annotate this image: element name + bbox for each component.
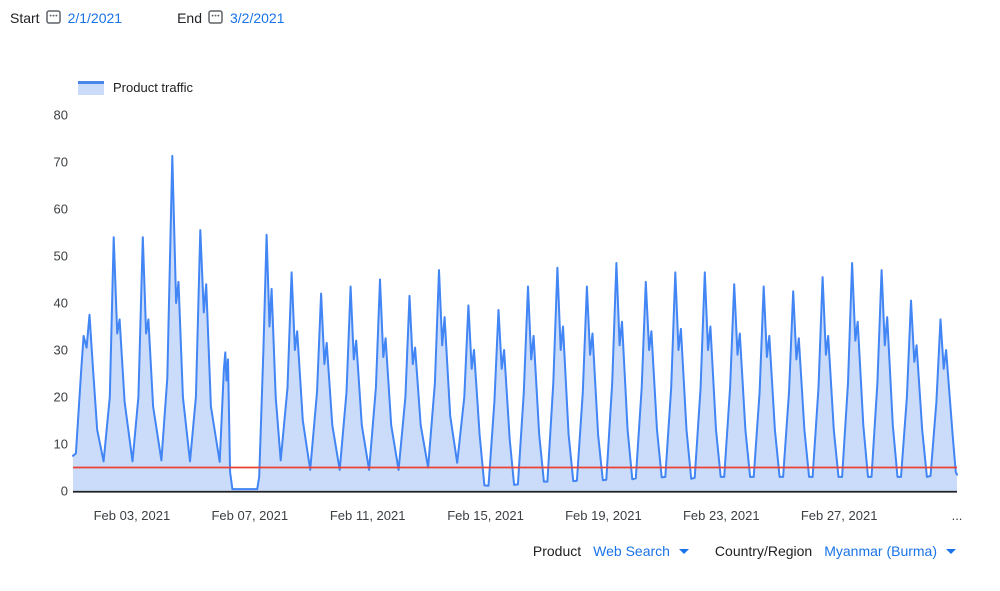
x-tick-label: Feb 23, 2021 [683,508,760,523]
y-tick-label: 50 [54,249,68,264]
product-select-value: Web Search [593,543,670,559]
x-tick-label: Feb 03, 2021 [94,508,171,523]
x-tick-label: Feb 07, 2021 [211,508,288,523]
x-tick-label-overflow: ... [952,508,963,523]
y-tick-label: 80 [54,108,68,123]
chevron-down-icon [946,549,956,554]
y-tick-label: 30 [54,343,68,358]
region-select[interactable]: Myanmar (Burma) [824,543,956,559]
x-tick-label: Feb 15, 2021 [447,508,524,523]
product-label: Product [533,543,581,559]
y-tick-label: 0 [61,484,68,499]
region-label: Country/Region [715,543,812,559]
y-tick-label: 60 [54,202,68,217]
traffic-report-page: Start 2/1/2021 End [0,0,1000,591]
y-tick-label: 20 [54,390,68,405]
y-tick-label: 70 [54,155,68,170]
x-tick-label: Feb 27, 2021 [801,508,878,523]
y-tick-label: 40 [54,296,68,311]
y-tick-label: 10 [54,437,68,452]
x-tick-label: Feb 11, 2021 [330,508,406,523]
traffic-area-chart[interactable]: 0 10 20 30 40 50 60 70 80 Feb 03, 2021 Feb 07, 202… [0,0,1000,540]
filter-controls: Product Web Search Country/Region Myanma… [533,543,956,559]
chevron-down-icon [679,549,689,554]
region-select-value: Myanmar (Burma) [824,543,937,559]
x-tick-label: Feb 19, 2021 [565,508,642,523]
chart-canvas[interactable]: 0 10 20 30 40 50 60 70 80 Feb 03, 2021 Feb 07, 202… [0,0,1000,540]
product-select[interactable]: Web Search [593,543,689,559]
